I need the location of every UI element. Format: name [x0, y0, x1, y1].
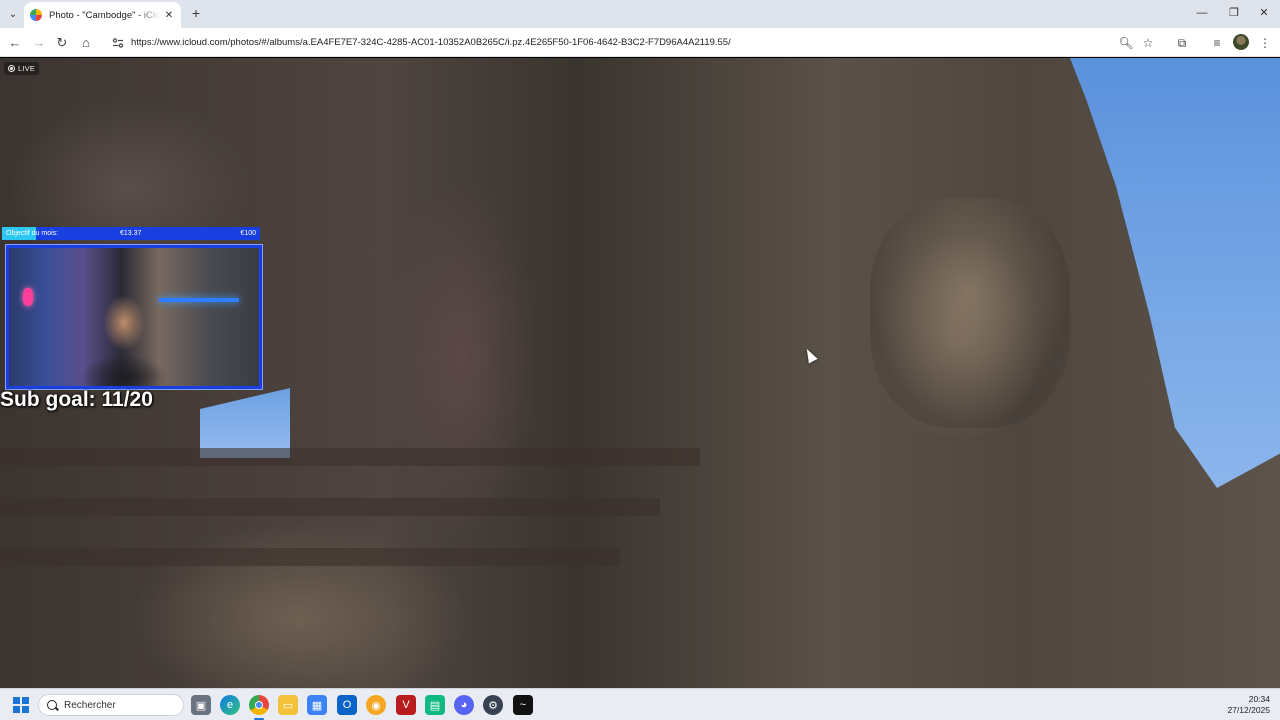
more-menu-icon[interactable]: ⋮ — [1256, 34, 1274, 52]
discord-icon[interactable]: ◕ — [454, 695, 474, 715]
live-label: LIVE — [18, 64, 36, 73]
search-placeholder: Rechercher — [64, 699, 116, 711]
extensions-puzzle-icon[interactable]: ⧉ — [1173, 34, 1191, 52]
goal-label: Objectif du mois: — [6, 230, 59, 237]
windows-start-icon[interactable] — [13, 697, 29, 713]
media-control-icon[interactable]: ≡ — [1208, 34, 1226, 52]
steam-icon[interactable]: ⚙ — [483, 695, 503, 715]
close-window-icon[interactable]: ✕ — [1250, 4, 1278, 22]
profile-avatar[interactable] — [1233, 34, 1249, 50]
goal-target: €100 — [240, 230, 256, 237]
voicemeeter-icon[interactable]: V — [396, 695, 416, 715]
search-icon — [47, 700, 57, 710]
stone-step — [0, 548, 620, 566]
address-bar[interactable]: https://www.icloud.com/photos/#/albums/a… — [104, 31, 1170, 54]
bookmark-star-icon[interactable]: ☆ — [1139, 34, 1157, 52]
app-green-icon[interactable]: ▤ — [425, 695, 445, 715]
clock-date: 27/12/2025 — [1227, 705, 1270, 715]
goal-current: €13.37 — [120, 230, 142, 237]
windows-taskbar: Rechercher ▣ e ▭ ▦ O ◉ V ▤ ◕ ⚙ ~ 20:34 2… — [0, 688, 1280, 720]
stone-face — [870, 198, 1070, 428]
terminal-icon[interactable]: ~ — [513, 695, 533, 715]
webcam-overlay — [5, 244, 263, 390]
edge-icon[interactable]: e — [220, 695, 240, 715]
back-arrow-icon[interactable]: ← — [6, 34, 24, 52]
live-photo-badge[interactable]: LIVE — [4, 62, 40, 75]
close-tab-icon[interactable]: ✕ — [163, 10, 175, 21]
stone-step — [0, 448, 700, 466]
zoom-icon[interactable]: 🔍︎ — [1117, 34, 1135, 52]
photos-favicon-icon — [30, 9, 42, 21]
live-photo-icon — [8, 65, 15, 72]
site-info-icon[interactable] — [108, 33, 128, 53]
home-icon[interactable]: ⌂ — [77, 34, 95, 52]
tab-search-chevron-icon[interactable]: ⌄ — [4, 5, 22, 23]
new-tab-plus-icon[interactable]: + — [188, 5, 204, 21]
tab-strip: ⌄ Photo - "Cambodge" - iCloud P ✕ + — ❐ … — [0, 0, 1280, 28]
chrome-icon[interactable] — [249, 695, 269, 720]
reload-icon[interactable]: ↻ — [53, 34, 71, 52]
system-clock[interactable]: 20:34 27/12/2025 — [1227, 694, 1270, 716]
minimize-icon[interactable]: — — [1188, 4, 1216, 22]
stone-step — [0, 498, 660, 516]
browser-toolbar: ← → ↻ ⌂ https://www.icloud.com/photos/#/… — [0, 28, 1280, 57]
task-view-icon[interactable]: ▣ — [191, 695, 211, 715]
forward-arrow-icon[interactable]: → — [30, 34, 48, 52]
tab-active[interactable]: Photo - "Cambodge" - iCloud P ✕ — [24, 2, 181, 28]
restore-icon[interactable]: ❐ — [1220, 4, 1248, 22]
clock-time: 20:34 — [1248, 694, 1270, 704]
microsoft-store-icon[interactable]: ▦ — [307, 695, 327, 715]
app-circle-icon[interactable]: ◉ — [366, 695, 386, 715]
outlook-icon[interactable]: O — [337, 695, 357, 715]
taskbar-search[interactable]: Rechercher — [38, 694, 184, 716]
donation-goal-bar: Objectif du mois: €13.37 €100 — [2, 227, 260, 240]
sub-goal-text: Sub goal: 11/20 — [0, 388, 153, 411]
tab-title: Photo - "Cambodge" - iCloud P — [49, 9, 160, 21]
url-text: https://www.icloud.com/photos/#/albums/a… — [131, 37, 731, 48]
file-explorer-icon[interactable]: ▭ — [278, 695, 298, 715]
photo-sky-region — [1070, 58, 1280, 488]
